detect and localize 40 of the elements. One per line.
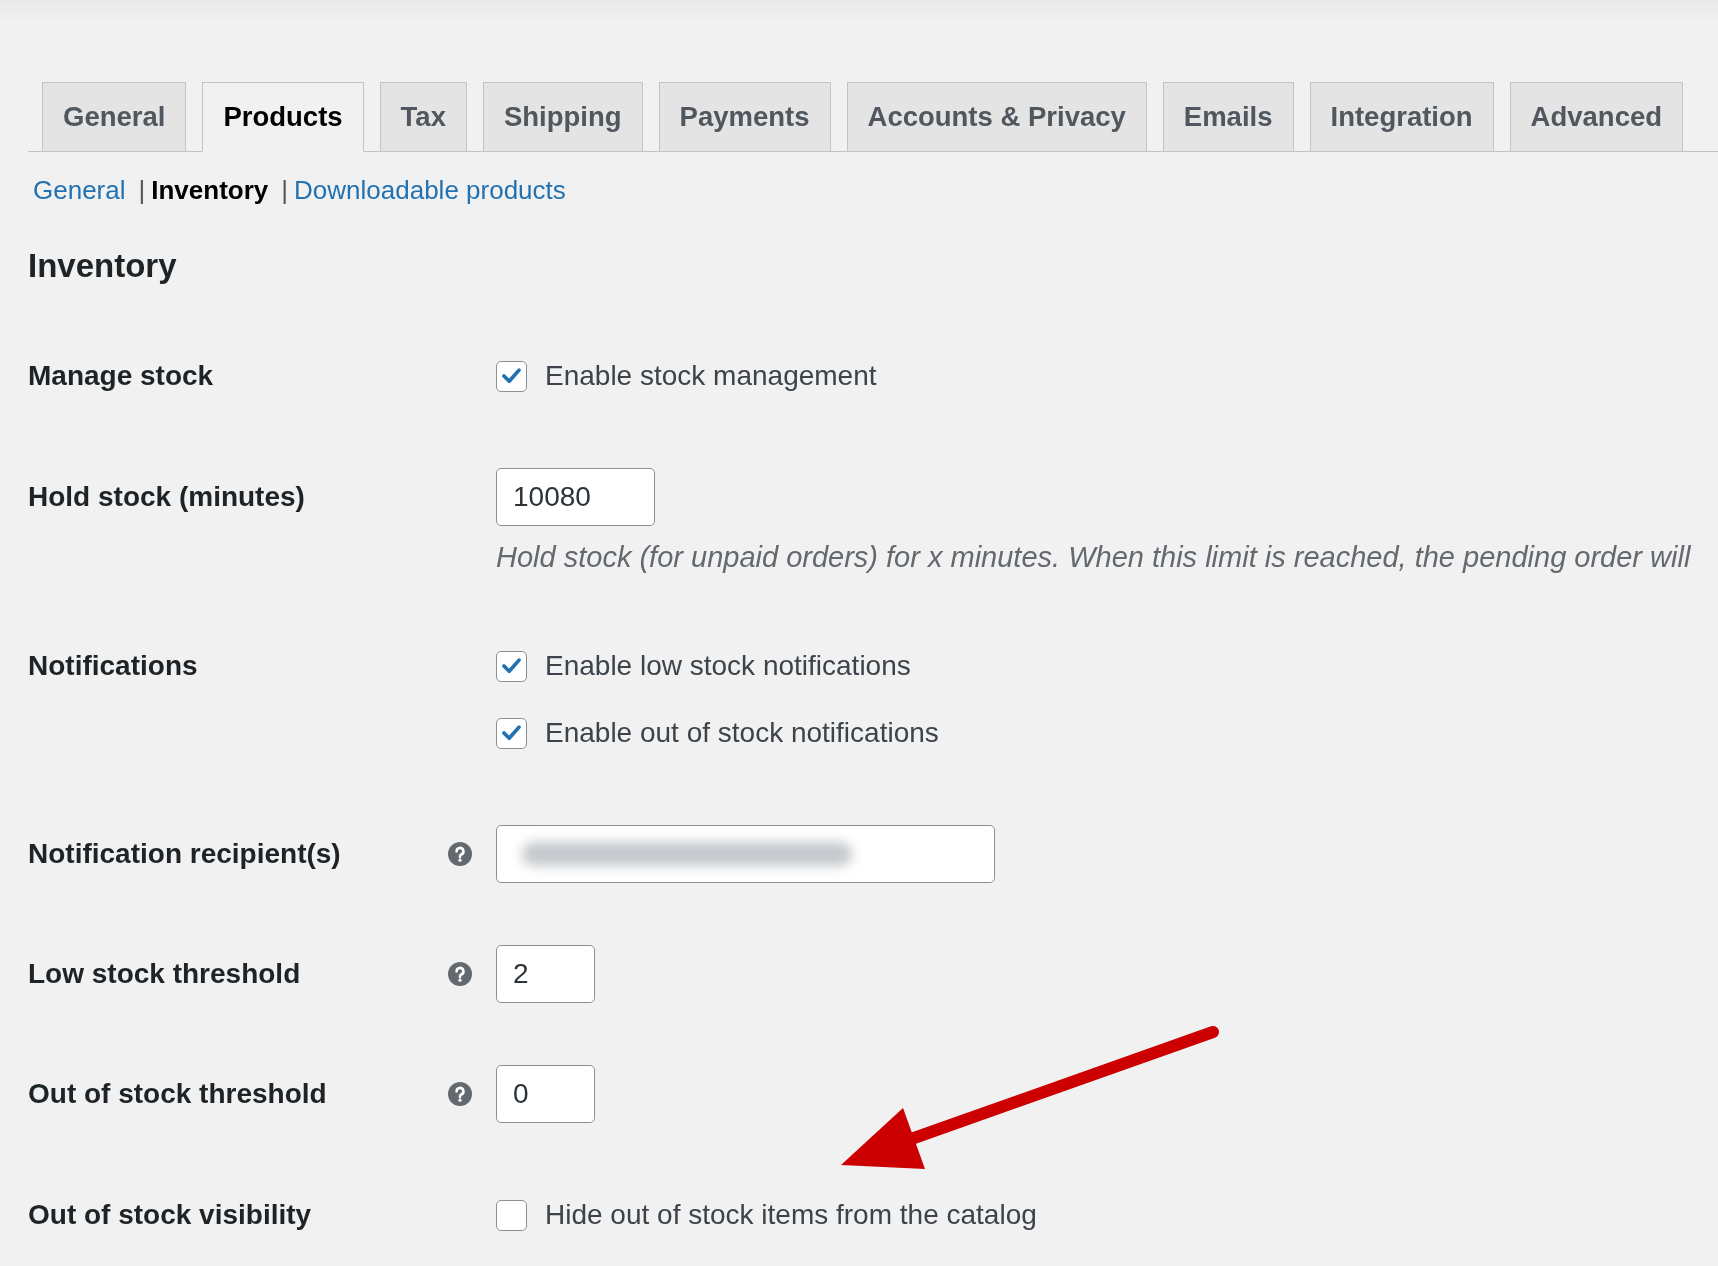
checkmark-icon — [502, 658, 521, 674]
field-label: Notification recipient(s) — [28, 838, 341, 870]
settings-tab[interactable]: Integration — [1309, 82, 1494, 152]
settings-tab[interactable]: Shipping — [482, 82, 643, 152]
field-label: Low stock threshold — [28, 958, 301, 990]
checkbox[interactable] — [496, 717, 527, 749]
separator: | — [138, 174, 146, 206]
checkmark-icon — [502, 725, 521, 741]
field-label: Manage stock — [28, 360, 214, 392]
help-icon[interactable] — [448, 842, 472, 866]
checkbox-label[interactable]: Hide out of stock items from the catalog — [545, 1199, 1037, 1231]
settings-tab[interactable]: Products — [202, 82, 364, 152]
help-icon[interactable] — [448, 1082, 472, 1106]
checkbox-label[interactable]: Enable out of stock notifications — [545, 717, 939, 749]
field-label: Out of stock visibility — [28, 1199, 312, 1231]
number-field[interactable]: 2 — [496, 945, 595, 1003]
settings-tab[interactable]: General — [42, 82, 187, 152]
subsection-link[interactable]: General — [33, 174, 126, 206]
field-label: Hold stock (minutes) — [28, 481, 305, 513]
settings-tab[interactable]: Advanced — [1509, 82, 1684, 152]
field-label: Out of stock threshold — [28, 1078, 327, 1110]
field-label: Notifications — [28, 650, 198, 682]
checkbox-label[interactable]: Enable low stock notifications — [545, 650, 911, 682]
help-icon[interactable] — [448, 962, 472, 986]
subsection-link[interactable]: Inventory — [151, 174, 269, 206]
subsection-link[interactable]: Downloadable products — [294, 174, 566, 206]
settings-tab[interactable]: Accounts & Privacy — [846, 82, 1147, 152]
number-field[interactable]: 10080 — [496, 468, 655, 526]
field-description: Hold stock (for unpaid orders) for x minutes. When this limit is reached, the pending order will — [496, 540, 1692, 574]
checkbox[interactable] — [496, 360, 527, 392]
separator: | — [281, 174, 289, 206]
checkbox[interactable] — [496, 650, 527, 682]
number-field[interactable]: 0 — [496, 1065, 595, 1123]
settings-tab[interactable]: Tax — [379, 82, 467, 152]
section-title: Inventory — [28, 246, 177, 286]
checkbox[interactable] — [496, 1199, 527, 1231]
settings-tab[interactable]: Emails — [1162, 82, 1294, 152]
settings-tab[interactable]: Payments — [658, 82, 831, 152]
checkbox-label[interactable]: Enable stock management — [545, 360, 877, 392]
checkmark-icon — [502, 368, 521, 384]
